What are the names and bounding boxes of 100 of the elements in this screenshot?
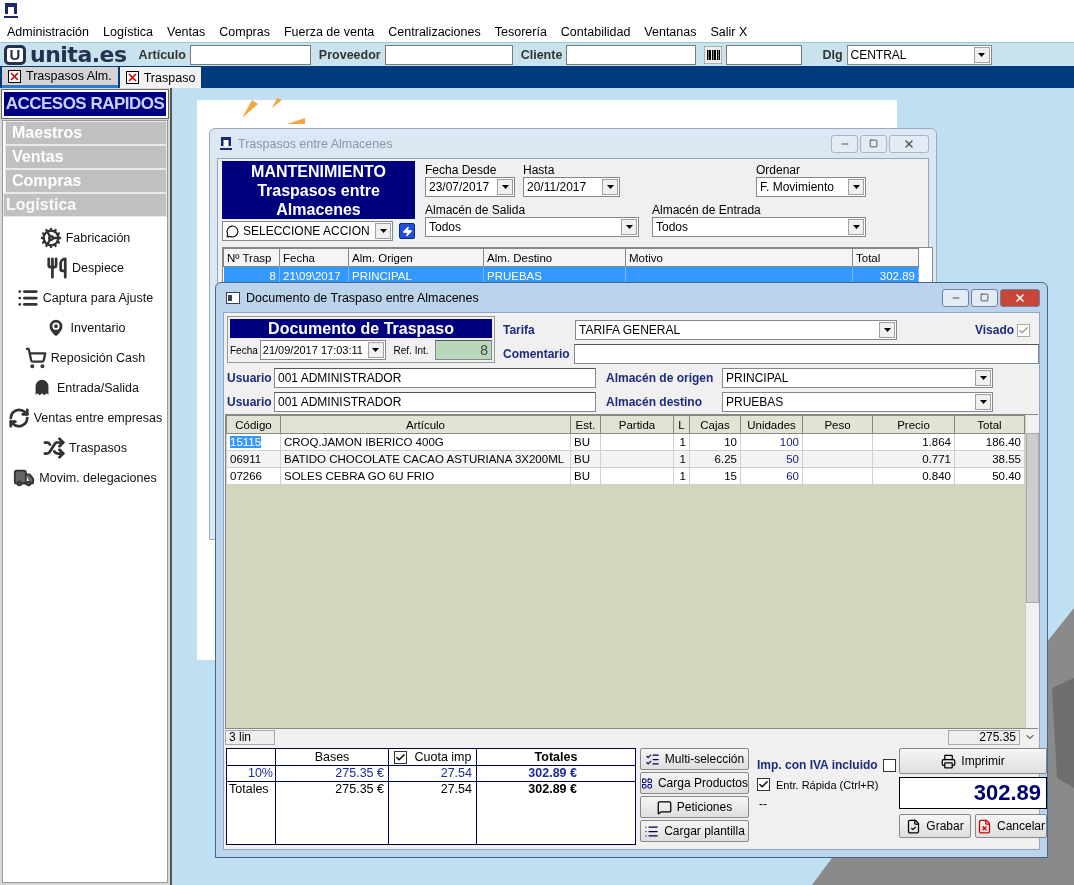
- table-cell: 302.89 €: [476, 765, 636, 782]
- field-label: Artículo: [138, 47, 186, 62]
- delegation-dropdown[interactable]: CENTRAL: [846, 44, 992, 65]
- field-label: Ordenar: [756, 163, 802, 177]
- dropdown[interactable]: Todos: [425, 217, 639, 237]
- column-header[interactable]: Código: [226, 415, 281, 434]
- sidebar-item[interactable]: Fabricación: [3, 223, 167, 253]
- field-label: Fecha Desde: [425, 163, 498, 177]
- dropdown[interactable]: PRINCIPAL: [722, 368, 993, 388]
- table-cell: 302.89 €: [476, 781, 636, 798]
- table-cell: 275.35 €: [275, 781, 389, 798]
- action-button[interactable]: Carga Productos: [640, 772, 749, 794]
- logo-mark: U: [4, 44, 26, 65]
- field-label: Visado: [975, 323, 1015, 337]
- column-header[interactable]: Peso: [802, 415, 873, 434]
- field-label: Tarifa: [503, 323, 536, 337]
- field-label: Almacén de Salida: [425, 203, 527, 217]
- field-label: Almacén destino: [606, 395, 704, 409]
- field-label: Dlg: [822, 47, 843, 62]
- sidebar-item[interactable]: Reposición Cash: [3, 343, 167, 373]
- column-header[interactable]: Artículo: [280, 415, 571, 434]
- menu-item[interactable]: Fuerza de venta: [283, 25, 375, 39]
- line-count: 3 lin: [225, 729, 275, 745]
- field-label: Ref. Int.: [393, 344, 429, 356]
- sidebar-title: ACCESOS RAPIDOS: [2, 90, 168, 118]
- print-button[interactable]: Imprimir: [899, 748, 1047, 774]
- cancel-button[interactable]: Cancelar: [975, 814, 1047, 838]
- menu-item[interactable]: Contabilidad: [560, 25, 631, 39]
- column-header[interactable]: Total: [852, 248, 919, 267]
- column-header[interactable]: Unidades: [740, 415, 803, 434]
- field-label: Fecha: [230, 344, 258, 356]
- sidebar-item[interactable]: Despiece: [3, 253, 167, 283]
- field-label: Almacén de origen: [606, 371, 715, 385]
- field-label: Comentario: [503, 347, 571, 361]
- column-header[interactable]: Total: [954, 415, 1025, 434]
- menu-item[interactable]: Centralizaciones: [388, 25, 481, 39]
- table-cell: 10%: [226, 765, 276, 782]
- window-title: Traspasos entre Almacenes: [238, 136, 394, 151]
- dropdown[interactable]: TARIFA GENERAL: [575, 320, 897, 340]
- date-dropdown[interactable]: 21/09/2017 17:03:11: [259, 340, 386, 360]
- checkbox-label: Imp. con IVA incluido: [757, 758, 878, 772]
- logo-text: unita.es: [30, 42, 127, 67]
- total-amount: 302.89: [899, 777, 1047, 809]
- sidebar-item[interactable]: Movim. delegaciones: [3, 463, 167, 493]
- banner-title: MANTENIMIENTO Traspasos entre Almacenes: [222, 161, 415, 219]
- tab[interactable]: Traspasos Alm.: [2, 67, 118, 88]
- column-header[interactable]: Motivo: [625, 248, 853, 267]
- dropdown[interactable]: Todos: [652, 217, 866, 237]
- column-header: Totales: [476, 748, 636, 766]
- tab[interactable]: Traspaso: [119, 67, 202, 88]
- action-button[interactable]: Cargar plantilla: [640, 820, 749, 842]
- menu-item[interactable]: Administración: [7, 25, 89, 39]
- sidebar-item[interactable]: Traspasos: [3, 433, 167, 463]
- column-header[interactable]: Cuota imp: [388, 748, 477, 766]
- action-button[interactable]: Peticiones: [640, 796, 749, 818]
- column-header: Bases: [275, 748, 389, 766]
- date-dropdown[interactable]: 23/07/2017: [425, 177, 515, 197]
- sidebar-item[interactable]: Inventario: [3, 313, 167, 343]
- sidebar-item[interactable]: Captura para Ajuste: [3, 283, 167, 313]
- menu-item[interactable]: Salir X: [710, 25, 748, 39]
- table-cell: 27.54: [388, 781, 477, 798]
- table-cell: 27.54: [388, 765, 477, 782]
- menu-item[interactable]: Tesorería: [494, 25, 547, 39]
- table-cell: 275.35 €: [275, 765, 389, 782]
- column-header[interactable]: Nº Trasp: [223, 248, 280, 267]
- user-field[interactable]: 001 ADMINISTRADOR: [274, 368, 596, 388]
- date-dropdown[interactable]: 20/11/2017: [523, 177, 620, 197]
- document-title: Documento de Traspaso: [230, 319, 492, 338]
- dropdown[interactable]: PRUEBAS: [722, 392, 993, 412]
- column-header[interactable]: Alm. Destino: [483, 248, 626, 267]
- action-dropdown[interactable]: SELECCIONE ACCION: [222, 221, 393, 241]
- column-header[interactable]: Partida: [600, 415, 674, 434]
- window-title: Documento de Traspaso entre Almacenes: [246, 290, 480, 305]
- field-label: Usuario: [227, 395, 272, 409]
- field-label: Proveedor: [318, 47, 381, 62]
- checkbox-label: Cuota imp: [414, 750, 472, 764]
- grid-sum: 275.35: [948, 729, 1020, 745]
- sidebar-item[interactable]: Ventas entre empresas: [3, 403, 167, 433]
- menu-item[interactable]: Ventanas: [644, 25, 697, 39]
- ref-field[interactable]: 8: [434, 340, 492, 360]
- menu-item[interactable]: Logística: [103, 25, 153, 39]
- action-button[interactable]: Multi-selección: [640, 748, 749, 770]
- menu-item[interactable]: Compras: [219, 25, 270, 39]
- sidebar-item[interactable]: Entrada/Salida: [3, 373, 167, 403]
- column-header[interactable]: Fecha: [279, 248, 349, 267]
- field-label: Cliente: [520, 47, 563, 62]
- column-header[interactable]: Precio: [872, 415, 955, 434]
- table-cell: Totales: [226, 781, 276, 798]
- column-header[interactable]: Alm. Origen: [348, 248, 484, 267]
- field-label: Hasta: [523, 163, 556, 177]
- menu-item[interactable]: Ventas: [167, 25, 206, 39]
- field-label: Usuario: [227, 371, 272, 385]
- column-header[interactable]: Cajas: [689, 415, 741, 434]
- save-button[interactable]: Grabar: [899, 814, 971, 838]
- column-header[interactable]: Est.: [570, 415, 601, 434]
- note-text: --: [759, 797, 768, 811]
- dropdown[interactable]: F. Movimiento: [756, 177, 866, 197]
- field-label: Almacén de Entrada: [652, 203, 762, 217]
- checkbox-label: Entr. Rápida (Ctrl+R): [776, 778, 879, 791]
- user-field[interactable]: 001 ADMINISTRADOR: [274, 392, 596, 412]
